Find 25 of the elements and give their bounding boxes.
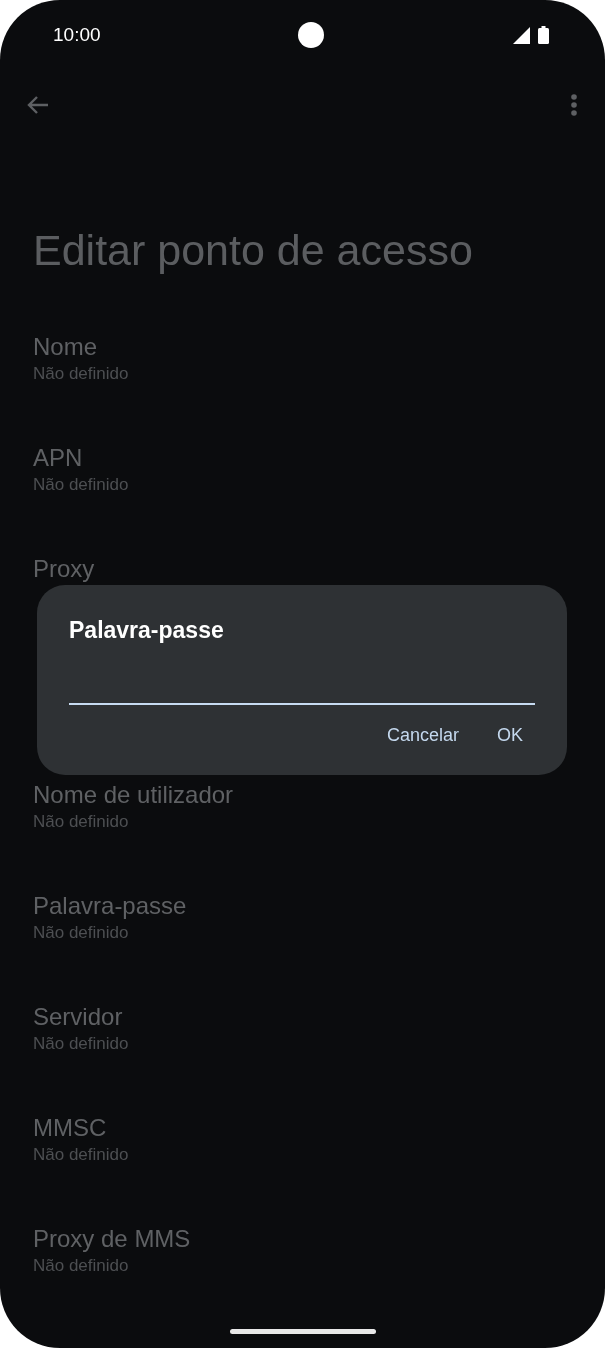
setting-title[interactable]: APN — [33, 443, 83, 473]
setting-value: Não definido — [33, 474, 129, 496]
setting-value: Não definido — [33, 922, 129, 944]
dialog-title: Palavra-passe — [69, 616, 224, 645]
setting-value: Não definido — [33, 811, 129, 833]
setting-title[interactable]: MMSC — [33, 1113, 107, 1143]
setting-title[interactable]: Palavra-passe — [33, 891, 187, 921]
signal-icon — [513, 26, 530, 44]
setting-title[interactable]: Proxy de MMS — [33, 1224, 191, 1254]
camera-hole — [298, 22, 324, 48]
setting-value: Não definido — [33, 363, 129, 385]
setting-title[interactable]: Nome de utilizador — [33, 780, 234, 810]
setting-title[interactable]: Proxy — [33, 554, 95, 584]
status-time: 10:00 — [53, 24, 102, 46]
page-title: Editar ponto de acesso — [33, 225, 474, 276]
setting-value: Não definido — [33, 1033, 129, 1055]
setting-value: Não definido — [33, 1144, 129, 1166]
setting-title[interactable]: Servidor — [33, 1002, 123, 1032]
more-options-icon[interactable] — [571, 94, 577, 116]
dialog-button[interactable]: Cancelar — [374, 717, 471, 754]
setting-value: Não definido — [33, 1255, 129, 1277]
setting-title[interactable]: Nome — [33, 332, 98, 362]
battery-icon — [538, 26, 549, 44]
back-arrow-icon[interactable] — [26, 95, 50, 115]
dialog-button[interactable]: OK — [485, 717, 535, 754]
